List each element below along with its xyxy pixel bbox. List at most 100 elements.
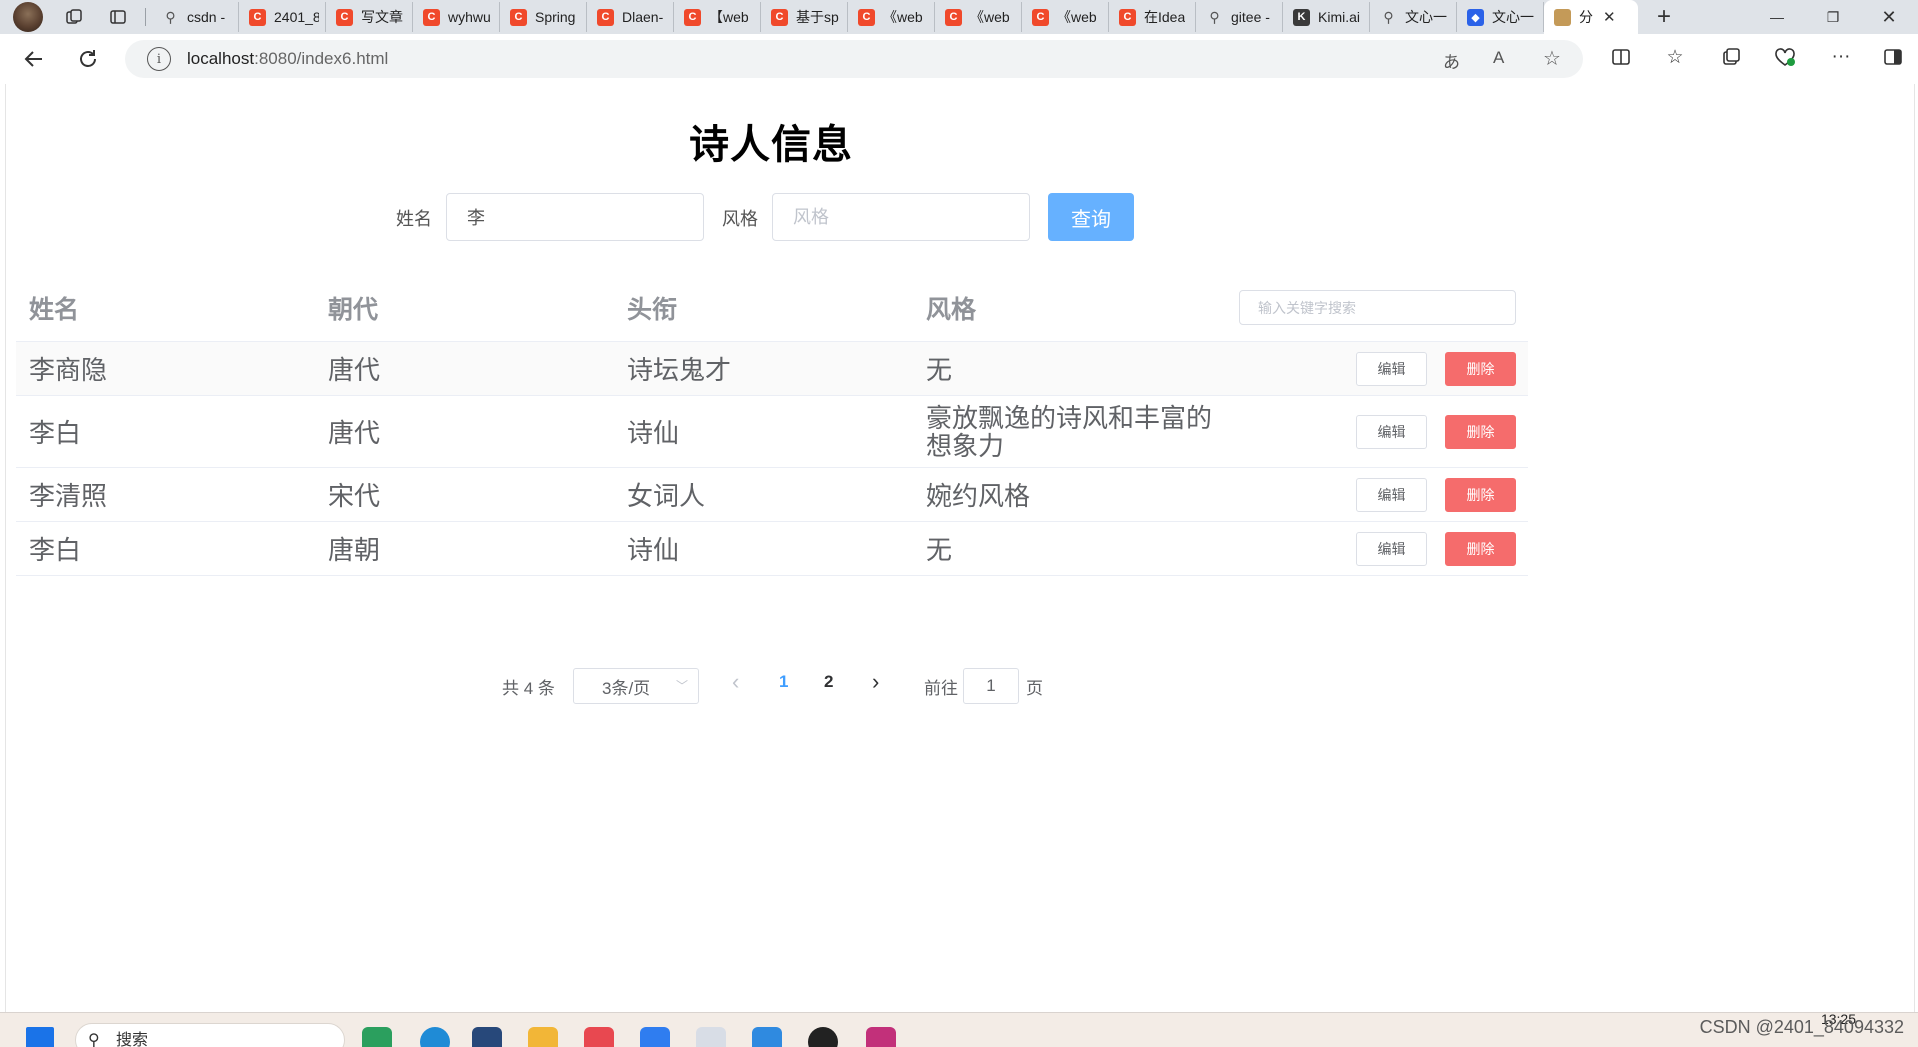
browser-tab[interactable]: C 【web [674,2,761,32]
file-explorer-icon[interactable] [528,1027,558,1047]
translate-icon[interactable]: あ [1443,48,1460,73]
cell-name-text: 李清照 [29,481,108,511]
browser-tab[interactable]: ⚲ gitee - [1196,2,1283,32]
new-tab-button[interactable]: + [1644,3,1684,31]
style-search-input[interactable] [772,193,1030,241]
edit-button[interactable]: 编辑 [1356,414,1427,449]
header-title: 头衔 [614,274,913,342]
next-page-button[interactable]: › [872,669,879,695]
cell-name: 李白 [16,395,315,468]
delete-button[interactable]: 删除 [1445,351,1516,386]
table-row: 李商隐 唐代 诗坛鬼才 无 编辑 删除 [16,341,1528,396]
page-size-select[interactable]: 3条/页 ﹀ [573,668,699,704]
favorite-star-icon[interactable]: ☆ [1543,46,1561,71]
taskbar-app-icon[interactable] [584,1027,614,1047]
cell-name: 李清照 [16,467,315,522]
browser-tab[interactable]: C 基于sp [761,2,848,32]
browser-tab[interactable]: C 2401_8 [239,2,326,32]
minimize-button[interactable]: — [1752,0,1802,34]
cell-name: 李商隐 [16,341,315,396]
edge-browser-icon[interactable] [420,1027,450,1047]
close-window-button[interactable]: ✕ [1864,0,1914,34]
tab-active[interactable]: 分 ✕ [1544,0,1638,34]
close-tab-icon[interactable]: ✕ [1603,8,1616,26]
browser-tab[interactable]: K Kimi.ai [1283,2,1370,32]
browser-tab[interactable]: ◆ 文心一 [1457,2,1544,32]
tab-title: 《web [883,9,923,25]
csdn-icon: C [1032,8,1049,26]
browser-tab[interactable]: C 《web [935,2,1022,32]
store-icon[interactable] [472,1027,502,1047]
profile-avatar[interactable] [13,2,43,32]
vscode-icon[interactable] [752,1027,782,1047]
page-suffix: 页 [1026,679,1043,698]
chevron-down-icon: ﹀ [675,679,688,693]
goto-page-input[interactable] [963,668,1019,704]
prev-page-button[interactable]: ‹ [732,669,739,695]
page-size-value: 3条/页 [602,678,651,698]
url-bar[interactable]: i localhost:8080/index6.html あ A ☆ [125,40,1583,78]
delete-button[interactable]: 删除 [1445,477,1516,512]
cell-style-text: 无 [926,355,953,386]
table-row: 李白 唐朝 诗仙 无 编辑 删除 [16,521,1528,576]
tab-title: 写文章 [361,9,403,25]
more-menu-icon[interactable]: ··· [1826,42,1856,72]
taskbar-search[interactable]: ⚲ 搜索 [75,1023,345,1047]
csdn-icon: C [336,8,353,26]
cell-style-text: 婉约风格 [926,481,1031,512]
taskbar-app-icon[interactable] [640,1027,670,1047]
csdn-watermark: CSDN @2401_84094332 [1699,1017,1904,1037]
restore-button[interactable]: ❐ [1808,0,1858,34]
tab-title: 文心一 [1492,9,1534,25]
workspaces-icon[interactable] [61,4,87,30]
browser-tab[interactable]: C Dlaen- [587,2,674,32]
cell-name-text: 李白 [29,535,82,565]
name-search-input[interactable] [446,193,704,241]
poet-table: 姓名 朝代 头衔 风格 李商隐唐代诗坛鬼才无编辑删除李白唐代诗仙豪放飘逸的诗风和… [16,274,1528,576]
tab-title: 《web [970,9,1010,25]
intellij-icon[interactable] [866,1027,896,1047]
goto-label: 前往 [924,679,958,698]
edit-button[interactable]: 编辑 [1356,531,1427,566]
browser-tab-bar: ⚲ csdn - C 2401_8 C 写文章 Cwyhwu C Spring C Dlaen- C 【… [0,0,1918,34]
collections-icon[interactable] [1716,42,1746,72]
page-number-1[interactable]: 1 [779,672,788,692]
browser-essentials-icon[interactable] [1770,42,1800,72]
style-label: 风格 [722,209,758,229]
taskbar-app-icon[interactable] [696,1027,726,1047]
delete-button[interactable]: 删除 [1445,531,1516,566]
cell-title-text: 女词人 [627,481,706,511]
cell-title: 诗仙 [614,521,913,576]
browser-tab[interactable]: C Spring [500,2,587,32]
cell-title: 诗仙 [614,395,913,468]
read-aloud-icon[interactable]: A [1493,48,1504,68]
edit-button[interactable]: 编辑 [1356,351,1427,386]
favorites-icon[interactable]: ☆ [1660,42,1690,72]
browser-tab[interactable]: ⚲ 文心一 [1370,2,1457,32]
vertical-tabs-icon[interactable] [105,4,131,30]
page-number-2[interactable]: 2 [824,672,833,692]
browser-tab[interactable]: C 《web [1022,2,1109,32]
sidebar-toggle-icon[interactable] [1878,42,1908,72]
browser-tab[interactable]: Cwyhwu [413,2,500,32]
cell-dynasty-text: 唐朝 [328,535,381,565]
keyword-search-input[interactable] [1239,290,1516,325]
browser-tab[interactable]: C 《web [848,2,935,32]
header-operations [1226,274,1528,342]
site-info-icon[interactable]: i [147,47,171,71]
taskbar-app-icon[interactable] [362,1027,392,1047]
delete-button[interactable]: 删除 [1445,414,1516,449]
tab-title: 文心一 [1405,9,1447,25]
split-screen-icon[interactable] [1606,42,1636,72]
browser-tab[interactable]: C 在Idea [1109,2,1196,32]
back-button[interactable] [16,41,52,77]
windows-start-icon[interactable] [26,1027,54,1047]
refresh-button[interactable] [70,41,106,77]
qq-icon[interactable] [808,1027,838,1047]
edit-button[interactable]: 编辑 [1356,477,1427,512]
csdn-icon: C [684,8,701,26]
browser-tab[interactable]: C 写文章 [326,2,413,32]
url-text[interactable]: localhost:8080/index6.html [187,49,388,69]
query-button[interactable]: 查询 [1048,193,1134,241]
browser-tab[interactable]: ⚲ csdn - [152,2,239,32]
